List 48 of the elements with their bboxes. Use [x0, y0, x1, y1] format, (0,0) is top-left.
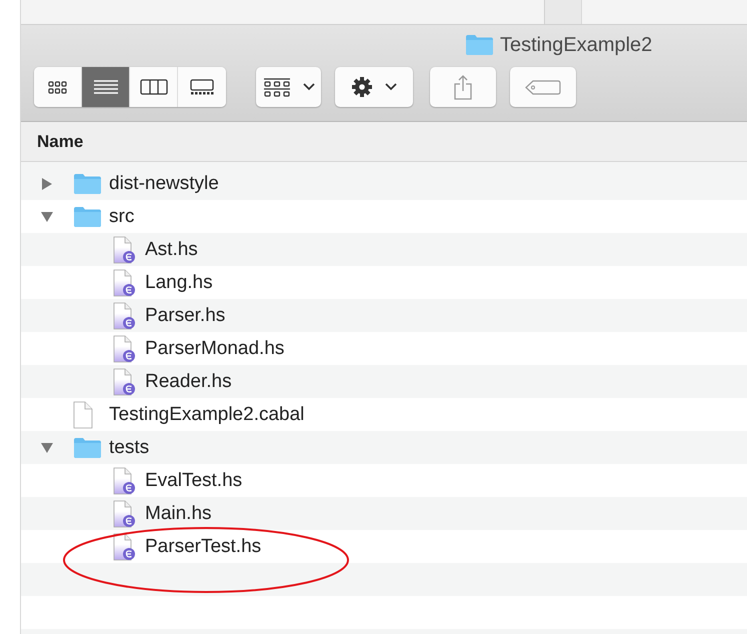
file-name[interactable]: dist-newstyle [109, 172, 219, 194]
file-name[interactable]: tests [109, 436, 150, 458]
group-icon [262, 78, 290, 96]
columns-icon [140, 79, 168, 95]
folder-icon [73, 436, 102, 458]
action-button[interactable] [335, 67, 413, 107]
view-mode-button[interactable] [82, 67, 130, 107]
disclosure-triangle-icon[interactable] [40, 440, 54, 454]
haskell-file-icon [113, 368, 137, 396]
gallery-icon [188, 79, 216, 95]
list-icon [94, 79, 118, 95]
file-name[interactable]: ParserTest.hs [145, 536, 262, 558]
folder-icon [73, 172, 102, 194]
file-name[interactable]: EvalTest.hs [145, 470, 242, 492]
file-name[interactable]: Parser.hs [145, 304, 226, 326]
haskell-file-icon [113, 500, 137, 528]
file-name[interactable]: Lang.hs [145, 272, 213, 294]
document-icon [73, 400, 93, 428]
view-mode-button[interactable] [34, 67, 82, 107]
group-button[interactable] [256, 67, 321, 107]
gear-icon [351, 76, 373, 98]
file-name[interactable]: TestingExample2.cabal [109, 404, 304, 426]
haskell-file-icon [113, 532, 137, 560]
tag-icon [525, 80, 561, 94]
file-name[interactable]: src [109, 206, 134, 228]
folder-icon [465, 34, 494, 56]
file-name[interactable]: Reader.hs [145, 370, 232, 392]
share-button[interactable] [430, 67, 496, 107]
haskell-file-icon [113, 466, 137, 494]
chevron-down-icon [385, 83, 397, 91]
tags-button[interactable] [510, 67, 576, 107]
disclosure-triangle-icon[interactable] [40, 210, 54, 224]
view-mode-button[interactable] [178, 67, 226, 107]
grid-icon [48, 80, 67, 94]
file-name[interactable]: Main.hs [145, 502, 212, 524]
disclosure-triangle-icon[interactable] [40, 176, 54, 190]
chevron-down-icon [302, 83, 314, 91]
file-name[interactable]: ParserMonad.hs [145, 338, 284, 360]
folder-icon [73, 206, 102, 228]
file-name[interactable]: Ast.hs [145, 238, 198, 260]
view-mode-button[interactable] [130, 67, 178, 107]
window-title: TestingExample2 [500, 34, 652, 56]
share-icon [453, 74, 473, 100]
column-heading[interactable]: Name [37, 132, 84, 150]
haskell-file-icon [113, 268, 137, 296]
haskell-file-icon [113, 236, 137, 264]
haskell-file-icon [113, 334, 137, 362]
haskell-file-icon [113, 302, 137, 330]
